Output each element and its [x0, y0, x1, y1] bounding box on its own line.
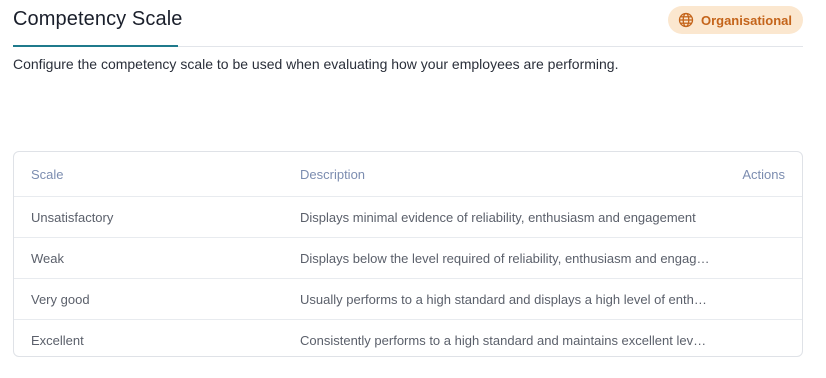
- description-text: Usually performs to a high standard and …: [300, 291, 712, 307]
- scale-cell: Very good: [31, 291, 90, 307]
- description-text: Displays minimal evidence of reliability…: [300, 209, 696, 225]
- description-cell: Consistently performs to a high standard…: [300, 320, 712, 356]
- description-text: Consistently performs to a high standard…: [300, 332, 712, 348]
- badge-label: Organisational: [700, 12, 792, 28]
- competency-scale-page: Competency Scale Organisational Configur…: [0, 0, 826, 378]
- table-header-row: Scale Description Actions: [14, 152, 802, 197]
- table-row[interactable]: Excellent Consistently performs to a hig…: [14, 320, 802, 356]
- column-header-actions: Actions: [742, 166, 785, 182]
- page-title: Competency Scale: [13, 8, 183, 30]
- scale-cell: Weak: [31, 250, 64, 266]
- description-text: Displays below the level required of rel…: [300, 250, 712, 266]
- column-header-description[interactable]: Description: [300, 152, 712, 196]
- column-header-scale[interactable]: Scale: [31, 152, 291, 196]
- scale-cell: Excellent: [31, 332, 84, 348]
- description-cell: Usually performs to a high standard and …: [300, 279, 712, 319]
- page-description: Configure the competency scale to be use…: [13, 56, 619, 72]
- title-underline: [13, 45, 178, 47]
- table-row[interactable]: Very good Usually performs to a high sta…: [14, 279, 802, 320]
- competency-table: Scale Description Actions Unsatisfactory…: [13, 151, 803, 357]
- description-cell: Displays below the level required of rel…: [300, 238, 712, 278]
- organisational-badge[interactable]: Organisational: [667, 6, 803, 34]
- table-row[interactable]: Weak Displays below the level required o…: [14, 238, 802, 279]
- page-header: Competency Scale Organisational: [13, 0, 803, 47]
- table-row[interactable]: Unsatisfactory Displays minimal evidence…: [14, 197, 802, 238]
- globe-icon: [678, 12, 694, 28]
- description-cell: Displays minimal evidence of reliability…: [300, 197, 712, 237]
- scale-cell: Unsatisfactory: [31, 209, 114, 225]
